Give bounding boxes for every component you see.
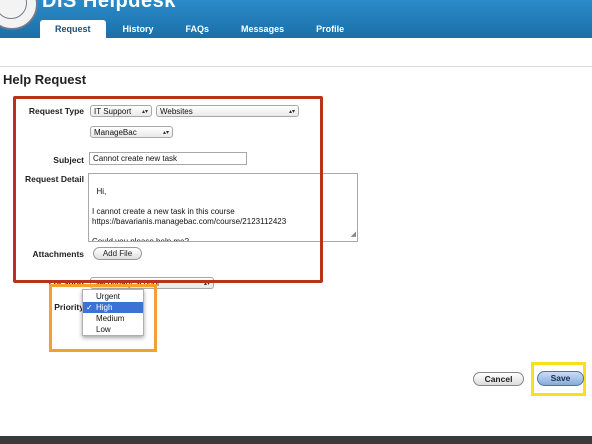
tab-messages[interactable]: Messages	[226, 20, 299, 38]
save-button[interactable]: Save	[537, 371, 584, 386]
top-header-bar: DIS Helpdesk Request History FAQs Messag…	[0, 0, 592, 38]
main-tabs: Request History FAQs Messages Profile	[40, 20, 361, 38]
header-divider	[0, 66, 592, 67]
cancel-button[interactable]: Cancel	[473, 372, 524, 386]
tab-history[interactable]: History	[108, 20, 169, 38]
resize-grip-icon[interactable]: ◢	[351, 230, 356, 240]
highlight-frame-orange	[49, 284, 157, 352]
footer-bar	[0, 436, 592, 444]
tab-profile[interactable]: Profile	[301, 20, 359, 38]
tab-faqs[interactable]: FAQs	[171, 20, 225, 38]
app-title: DIS Helpdesk	[42, 0, 176, 12]
highlight-frame-red	[13, 96, 323, 283]
page-title: Help Request	[3, 72, 87, 87]
tab-request[interactable]: Request	[40, 20, 106, 38]
school-seal-logo	[0, 0, 38, 30]
